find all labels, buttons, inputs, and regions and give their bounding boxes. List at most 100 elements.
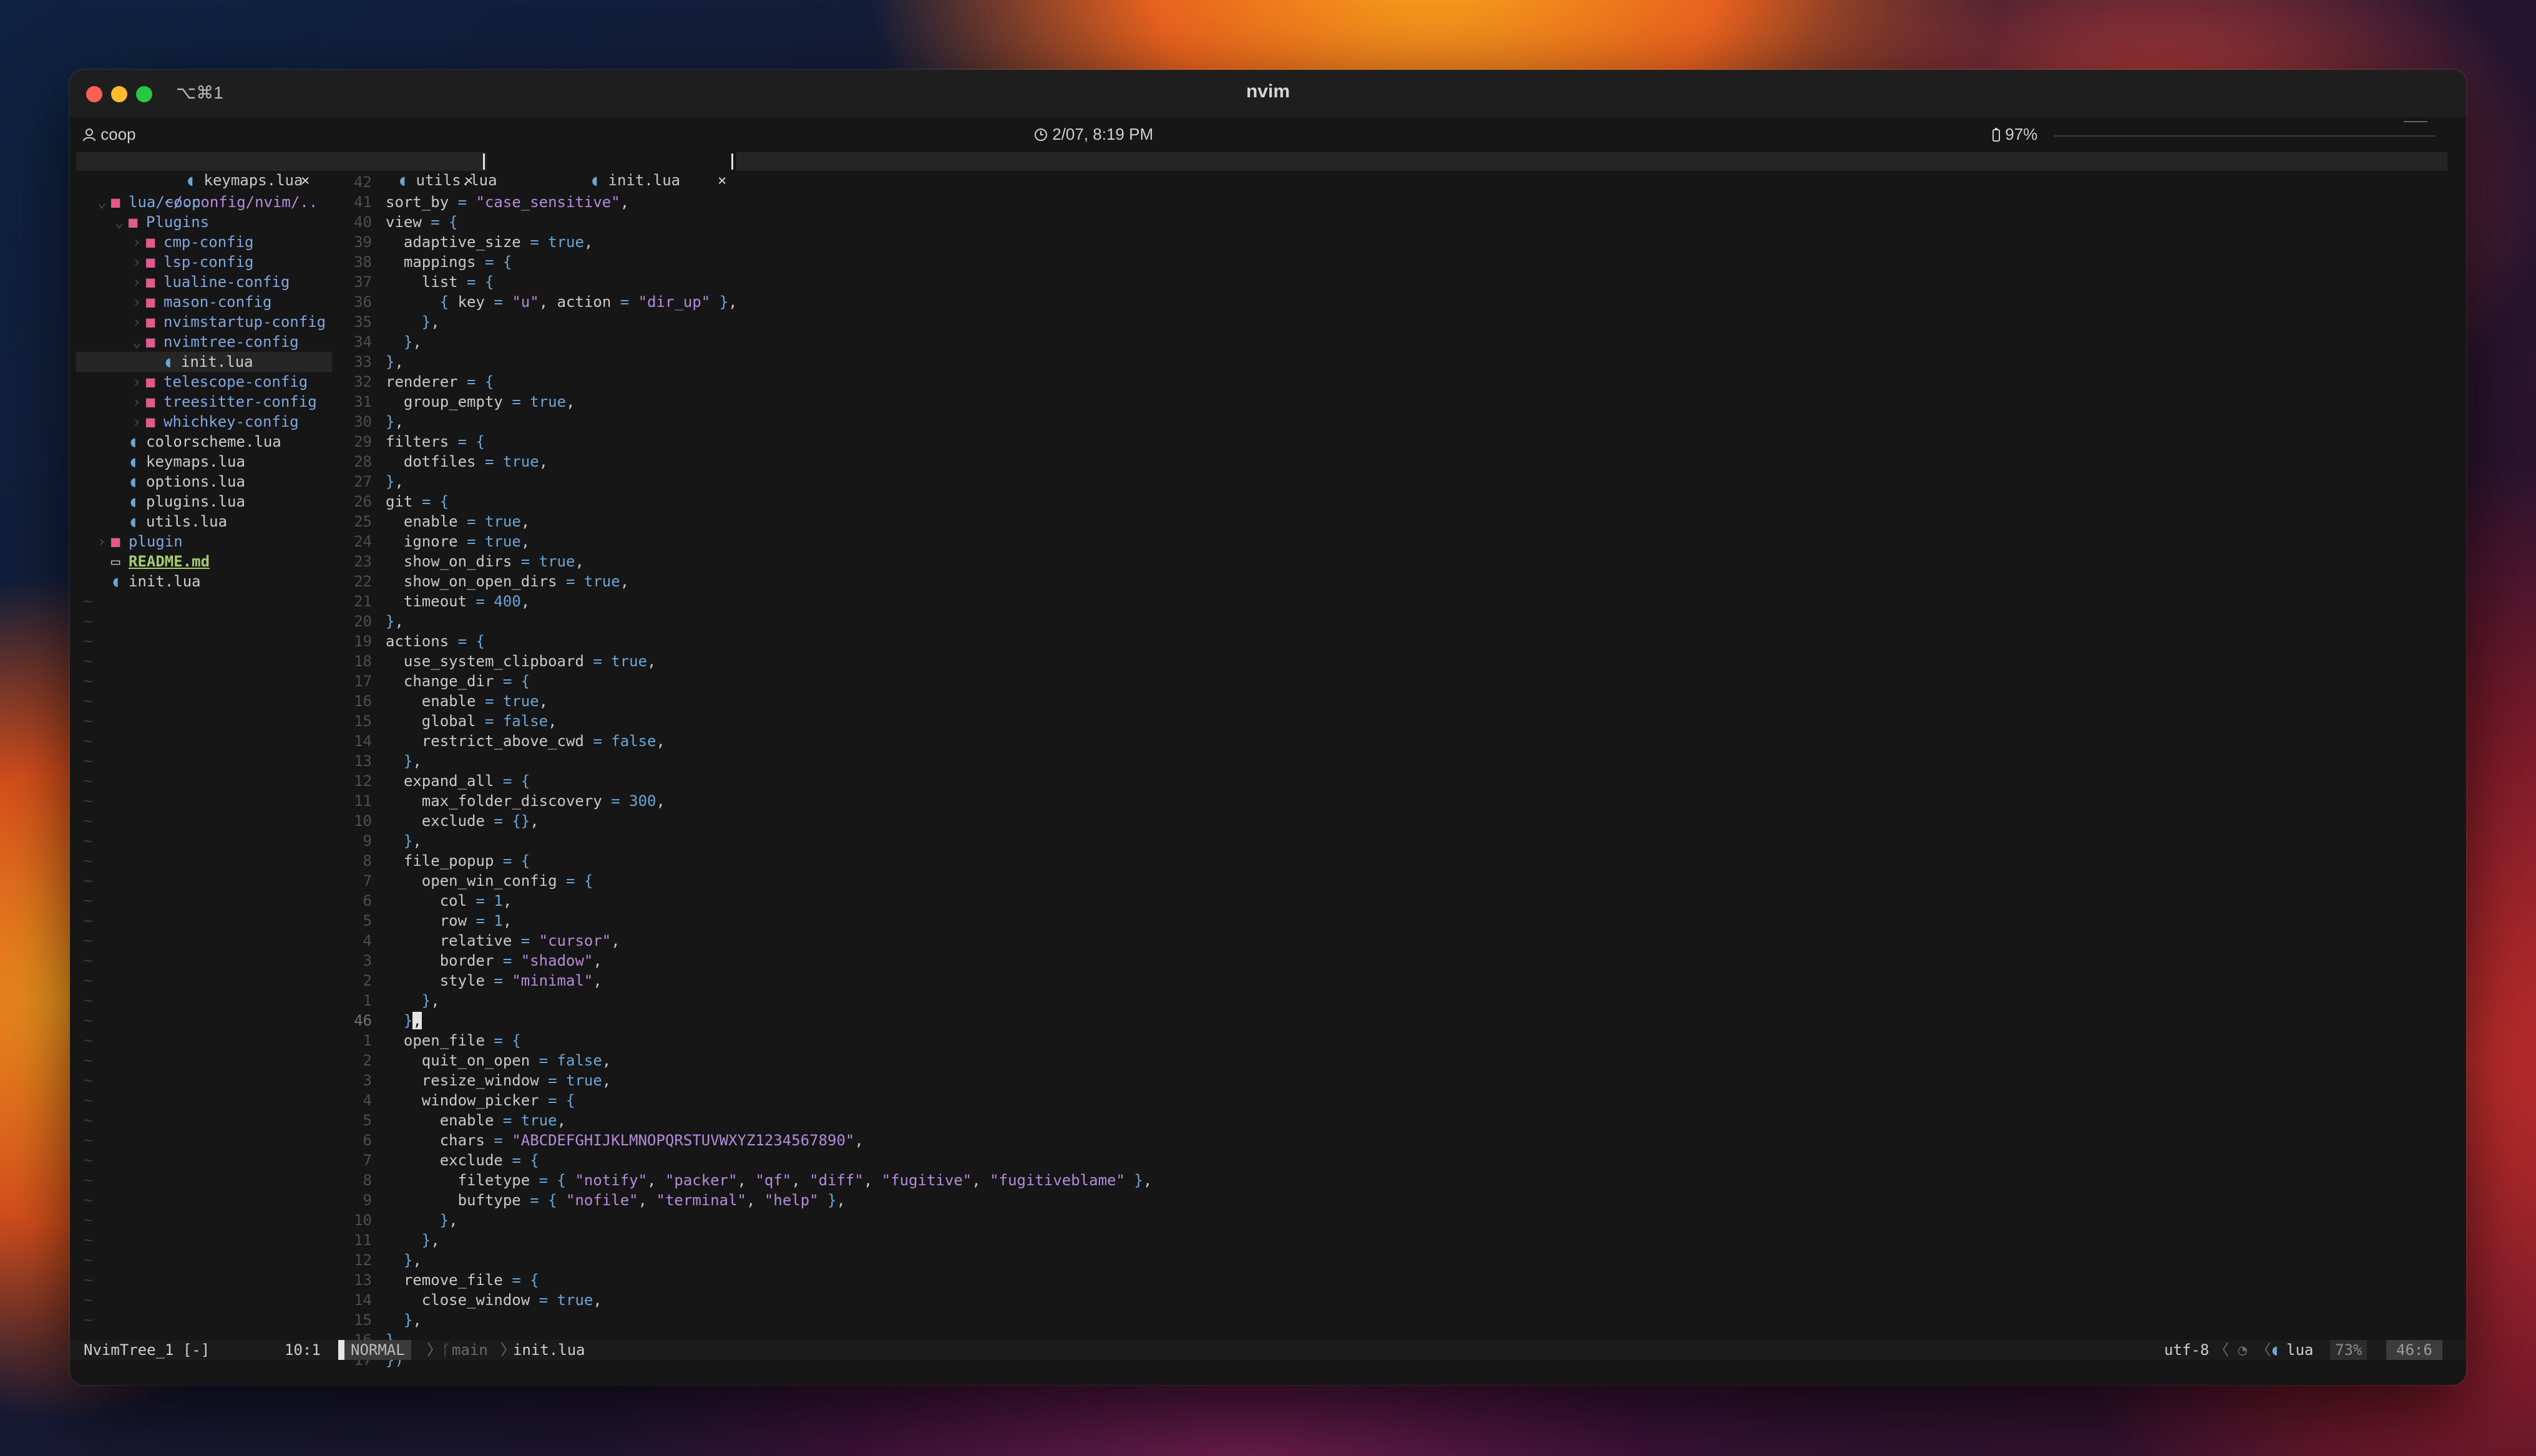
tree-folder[interactable]: › ■ lualine-config bbox=[76, 272, 332, 292]
tree-folder[interactable]: › ■ telescope-config bbox=[76, 372, 332, 392]
tree-folder[interactable]: › ■ nvimstartup-config bbox=[76, 312, 332, 332]
code-line[interactable]: 10 }, bbox=[338, 1210, 2460, 1230]
empty-line-marker: ~ bbox=[84, 1132, 93, 1149]
clock: 2/07, 8:19 PM bbox=[1034, 125, 1153, 144]
code-line[interactable]: 33}, bbox=[338, 352, 2460, 372]
line-number: 29 bbox=[354, 433, 372, 450]
code-line[interactable]: 35 }, bbox=[338, 312, 2460, 332]
nvim-editor[interactable]: ◖ keymaps.lua × ◖ utils.lua × ◖ init.lua × … bbox=[70, 150, 2466, 1385]
tab-init[interactable]: ◖ init.lua × bbox=[487, 152, 736, 189]
nvim-tree[interactable]: ~/.config/nvim/.. ⌄ ■ lua/coop ⌄ ■ Plugins › ■ c… bbox=[76, 172, 332, 1340]
code-line[interactable]: 19 actions = { bbox=[338, 631, 2460, 651]
code-line[interactable]: 46 }, bbox=[338, 1011, 2460, 1031]
tree-folder[interactable]: › ■ lsp-config bbox=[76, 252, 332, 272]
code-line[interactable]: 11 max_folder_discovery = 300, bbox=[338, 791, 2460, 811]
code-line[interactable]: 13 }, bbox=[338, 751, 2460, 771]
tree-folder[interactable]: › ■ plugin bbox=[76, 531, 332, 551]
code-line[interactable]: 8 file_popup = { bbox=[338, 851, 2460, 871]
code-line[interactable]: 8 filetype = { "notify", "packer", "qf",… bbox=[338, 1170, 2460, 1190]
code-line[interactable]: 21 timeout = 400, bbox=[338, 591, 2460, 611]
code-line[interactable]: 26 git = { bbox=[338, 492, 2460, 512]
code-line[interactable]: 37 list = { bbox=[338, 272, 2460, 292]
tree-folder[interactable]: › ■ mason-config bbox=[76, 292, 332, 312]
tree-root[interactable]: ~/.config/nvim/.. bbox=[76, 172, 332, 211]
code-line[interactable]: 28 dotfiles = true, bbox=[338, 452, 2460, 472]
code-line[interactable]: 41 sort_by = "case_sensitive", bbox=[338, 192, 2460, 212]
tree-folder[interactable]: ⌄ ■ lua/coop bbox=[76, 192, 332, 212]
tree-file[interactable]: ▭ README.md bbox=[76, 551, 332, 571]
code-line[interactable]: 18 use_system_clipboard = true, bbox=[338, 651, 2460, 671]
tree-folder[interactable]: ⌄ ■ nvimtree-config bbox=[76, 332, 332, 352]
code-line[interactable]: 1 }, bbox=[338, 991, 2460, 1011]
code-line[interactable]: 2 style = "minimal", bbox=[338, 971, 2460, 991]
tree-folder[interactable]: ⌄ ■ Plugins bbox=[76, 212, 332, 232]
code-line[interactable]: 42 bbox=[338, 172, 2460, 192]
line-number: 41 bbox=[354, 193, 372, 211]
code-line[interactable]: 30}, bbox=[338, 412, 2460, 432]
empty-line-marker: ~ bbox=[84, 792, 93, 810]
code-line[interactable]: 40 view = { bbox=[338, 212, 2460, 232]
tree-folder[interactable]: › ■ whichkey-config bbox=[76, 412, 332, 432]
code-line[interactable]: 31 group_empty = true, bbox=[338, 392, 2460, 412]
status-mode: NORMAL bbox=[344, 1340, 411, 1360]
code-line[interactable]: 13 remove_file = { bbox=[338, 1270, 2460, 1290]
code-line[interactable]: 7 open_win_config = { bbox=[338, 871, 2460, 891]
code-text: border = "shadow", bbox=[439, 952, 602, 969]
code-line[interactable]: 11 }, bbox=[338, 1230, 2460, 1250]
code-line[interactable]: 36 { key = "u", action = "dir_up" }, bbox=[338, 292, 2460, 312]
code-line[interactable]: 5 enable = true, bbox=[338, 1110, 2460, 1130]
code-text: }, bbox=[403, 832, 422, 850]
code-line[interactable]: 25 enable = true, bbox=[338, 512, 2460, 531]
code-line[interactable]: 27}, bbox=[338, 472, 2460, 492]
empty-line-marker: ~ bbox=[84, 1271, 93, 1289]
code-line[interactable]: 1 open_file = { bbox=[338, 1031, 2460, 1051]
tree-file[interactable]: ◖ init.lua bbox=[76, 571, 332, 591]
code-line[interactable]: 3 border = "shadow", bbox=[338, 951, 2460, 971]
code-line[interactable]: 12 }, bbox=[338, 1250, 2460, 1270]
code-line[interactable]: 4 relative = "cursor", bbox=[338, 931, 2460, 951]
tree-file[interactable]: ◖ plugins.lua bbox=[76, 492, 332, 512]
status-buffer-name: NvimTree_1 [-] bbox=[84, 1341, 210, 1359]
code-line[interactable]: 2 quit_on_open = false, bbox=[338, 1051, 2460, 1070]
code-line[interactable]: 12 expand_all = { bbox=[338, 771, 2460, 791]
code-line[interactable]: 15 }, bbox=[338, 1310, 2460, 1330]
code-line[interactable]: 39 adaptive_size = true, bbox=[338, 232, 2460, 252]
tree-folder[interactable]: › ■ cmp-config bbox=[76, 232, 332, 252]
code-line[interactable]: 4 window_picker = { bbox=[338, 1090, 2460, 1110]
code-line[interactable]: 16 enable = true, bbox=[338, 691, 2460, 711]
code-line[interactable]: 23 show_on_dirs = true, bbox=[338, 551, 2460, 571]
code-line[interactable]: 3 resize_window = true, bbox=[338, 1070, 2460, 1090]
code-line[interactable]: 32 renderer = { bbox=[338, 372, 2460, 392]
code-line[interactable]: 17 change_dir = { bbox=[338, 671, 2460, 691]
code-line[interactable]: 29 filters = { bbox=[338, 432, 2460, 452]
line-number: 4 bbox=[363, 932, 372, 949]
code-line[interactable]: 6 chars = "ABCDEFGHIJKLMNOPQRSTUVWXYZ123… bbox=[338, 1130, 2460, 1150]
line-number: 1 bbox=[363, 1032, 372, 1049]
code-line[interactable]: 10 exclude = {}, bbox=[338, 811, 2460, 831]
code-buffer[interactable]: 42 41 sort_by = "case_sensitive", 40 view = … bbox=[338, 172, 2460, 1369]
code-line[interactable]: 38 mappings = { bbox=[338, 252, 2460, 272]
tree-folder[interactable]: › ■ treesitter-config bbox=[76, 392, 332, 412]
code-line[interactable]: 9 buftype = { "nofile", "terminal", "hel… bbox=[338, 1190, 2460, 1210]
code-line[interactable]: 14 restrict_above_cwd = false, bbox=[338, 731, 2460, 751]
tree-file[interactable]: ◖ utils.lua bbox=[76, 512, 332, 531]
code-line[interactable]: 15 global = false, bbox=[338, 711, 2460, 731]
tree-file[interactable]: ◖ keymaps.lua bbox=[76, 452, 332, 472]
code-line[interactable]: 5 row = 1, bbox=[338, 911, 2460, 931]
code-line[interactable]: 24 ignore = true, bbox=[338, 531, 2460, 551]
code-line[interactable]: 7 exclude = { bbox=[338, 1150, 2460, 1170]
tree-file[interactable]: ◖ colorscheme.lua bbox=[76, 432, 332, 452]
status-separator bbox=[338, 1340, 344, 1360]
code-line[interactable]: 20}, bbox=[338, 611, 2460, 631]
folder-icon: ■ bbox=[146, 333, 155, 351]
code-line[interactable]: 14 close_window = true, bbox=[338, 1290, 2460, 1310]
tree-file[interactable]: ◖ init.lua bbox=[76, 352, 332, 372]
code-line[interactable]: 9 }, bbox=[338, 831, 2460, 851]
menu-icon[interactable] bbox=[2404, 121, 2427, 122]
code-line[interactable]: 22 show_on_open_dirs = true, bbox=[338, 571, 2460, 591]
code-line[interactable]: 6 col = 1, bbox=[338, 891, 2460, 911]
folder-icon: ■ bbox=[111, 533, 120, 550]
empty-line-marker: ~ bbox=[84, 672, 93, 690]
tree-file[interactable]: ◖ options.lua bbox=[76, 472, 332, 492]
code-line[interactable]: 34 }, bbox=[338, 332, 2460, 352]
